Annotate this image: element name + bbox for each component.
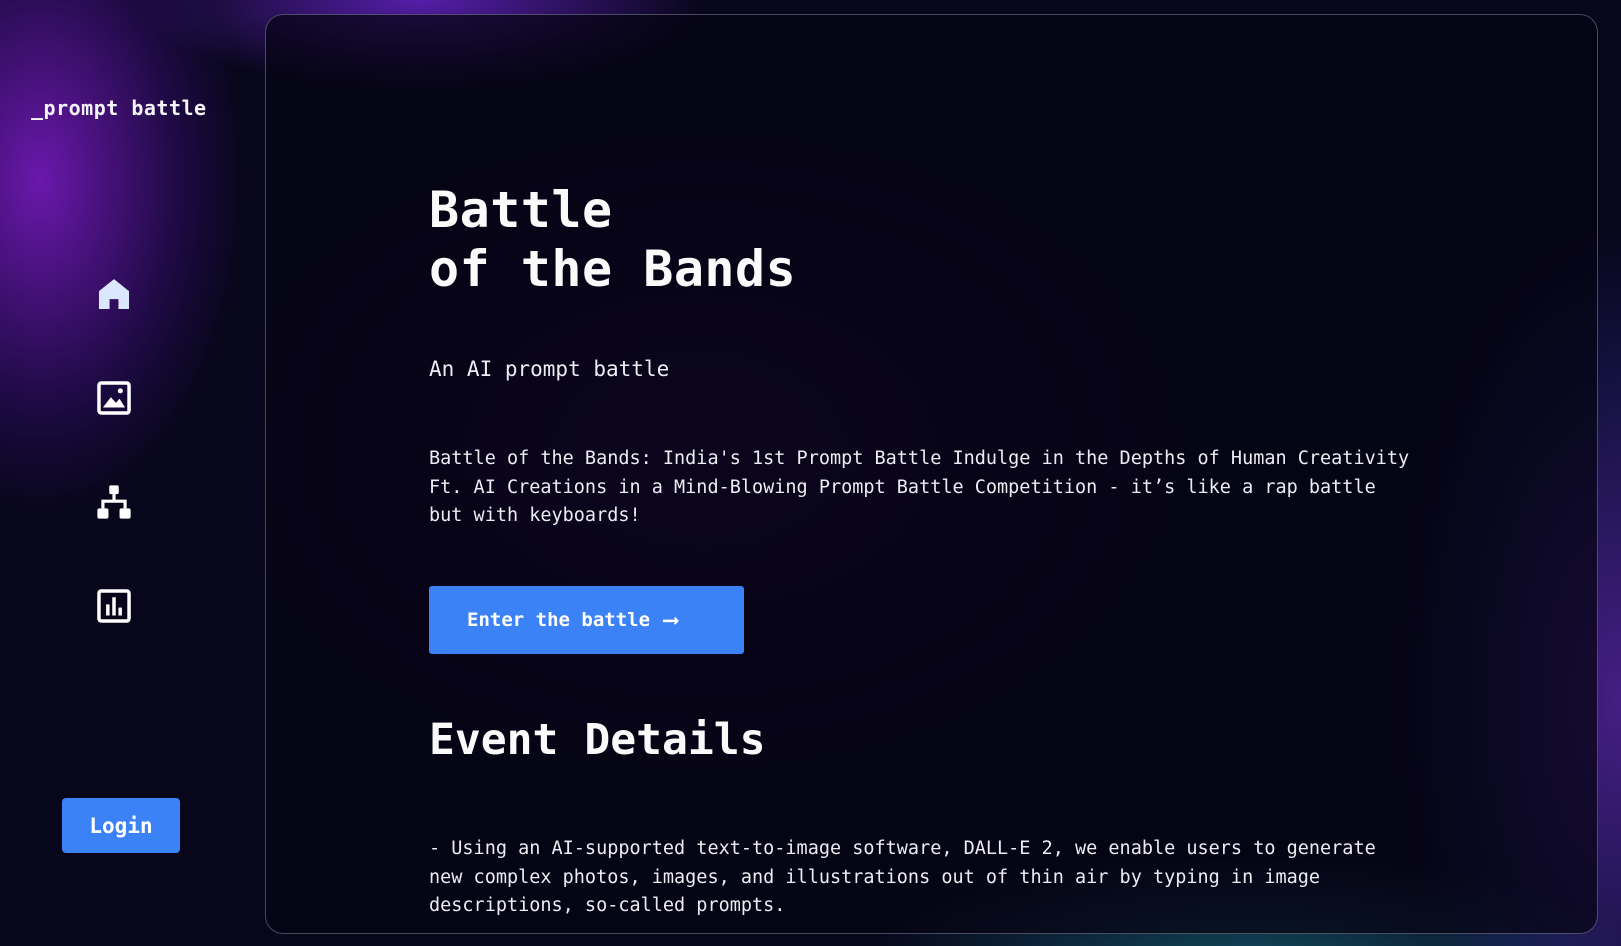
event-details-text: - Using an AI-supported text-to-image so… <box>429 838 1376 916</box>
bar-chart-icon <box>97 589 131 623</box>
app-root: _prompt battle Login Battle of the Bands… <box>0 0 1621 946</box>
enter-battle-label: Enter the battle <box>467 609 651 631</box>
event-details-heading: Event Details <box>429 715 766 765</box>
hero-subtitle: An AI prompt battle <box>429 357 670 381</box>
hero-title-line2: of the Bands <box>429 240 797 298</box>
nav-item-home[interactable] <box>94 274 134 314</box>
brand-logo[interactable]: _prompt battle <box>31 96 207 120</box>
sitemap-icon <box>97 485 131 519</box>
sidebar-nav <box>94 274 134 626</box>
hero-description: Battle of the Bands: India's 1st Prompt … <box>429 448 1410 526</box>
hero-title-line1: Battle <box>429 181 613 239</box>
nav-item-bracket[interactable] <box>94 482 134 522</box>
login-button[interactable]: Login <box>62 798 180 853</box>
nav-item-gallery[interactable] <box>94 378 134 418</box>
image-icon <box>97 381 131 415</box>
enter-battle-button[interactable]: Enter the battle ⟶ <box>429 586 744 654</box>
main-panel: Battle of the Bands An AI prompt battle … <box>265 14 1598 934</box>
nav-item-leaderboard[interactable] <box>94 586 134 626</box>
arrow-right-icon: ⟶ <box>664 607 678 633</box>
hero-title: Battle of the Bands <box>429 181 796 299</box>
home-icon <box>98 279 130 310</box>
